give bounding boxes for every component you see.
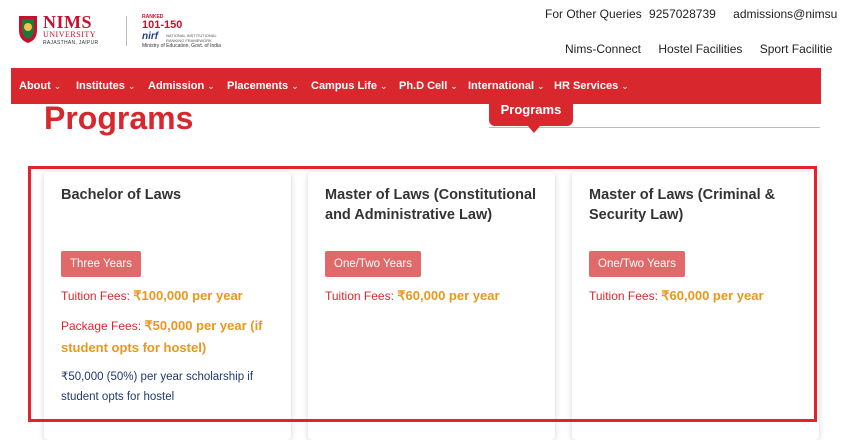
nirf-logo-text: nirf [142, 31, 159, 42]
tab-pointer [528, 126, 540, 133]
nav-label: Ph.D Cell [399, 80, 448, 92]
logo-divider [126, 16, 127, 46]
chevron-down-icon: ⌄ [621, 81, 629, 91]
quicklink-hostel-facilities[interactable]: Hostel Facilities [658, 42, 742, 56]
nav-phd-cell[interactable]: Ph.D Cell ⌄ [399, 68, 458, 104]
nirf-rank: 101-150 [142, 19, 183, 31]
page-title: Programs [44, 100, 194, 136]
chevron-down-icon: ⌄ [207, 81, 215, 91]
quicklink-nims-connect[interactable]: Nims-Connect [565, 42, 641, 56]
selection-highlight-box [28, 166, 817, 422]
nav-label: Institutes [76, 80, 125, 92]
nirf-ministry: Ministry of Education, Govt. of India [142, 43, 221, 49]
nims-logo[interactable]: NIMS UNIVERSITY RAJASTHAN, JAIPUR [17, 12, 137, 48]
queries-label: For Other Queries [545, 7, 642, 21]
site-header: NIMS UNIVERSITY RAJASTHAN, JAIPUR RANKED… [0, 0, 856, 68]
chevron-down-icon: ⌄ [291, 81, 299, 91]
contact-bar: For Other Queries 9257028739 admissions@… [545, 7, 837, 21]
chevron-down-icon: ⌄ [53, 81, 62, 91]
nav-label: About [19, 80, 51, 92]
nav-label: Placements [227, 80, 289, 92]
nav-campus-life[interactable]: Campus Life ⌄ [311, 68, 388, 104]
quicklink-sport-facilities[interactable]: Sport Facilitie [760, 42, 833, 56]
crest-icon [19, 16, 37, 43]
nirf-badge: RANKED 101-150 nirf NATIONAL INSTITUTION… [142, 14, 237, 49]
email-link[interactable]: admissions@nimsu [733, 7, 837, 21]
phone-link[interactable]: 9257028739 [649, 7, 716, 21]
nav-label: International [468, 80, 535, 92]
logo-location: RAJASTHAN, JAIPUR [43, 40, 99, 46]
nav-label: Campus Life [311, 80, 378, 92]
nav-label: HR Services [554, 80, 619, 92]
chevron-down-icon: ⌄ [537, 81, 545, 91]
nav-label: Admission [148, 80, 205, 92]
tab-programs[interactable]: Programs [489, 98, 573, 126]
logo-subtitle: UNIVERSITY [43, 30, 96, 39]
nirf-tagline: NATIONAL INSTITUTIONAL RANKING FRAMEWORK [166, 33, 217, 43]
nav-placements[interactable]: Placements ⌄ [227, 68, 299, 104]
quick-links: Nims-Connect Hostel Facilities Sport Fac… [565, 42, 846, 56]
chevron-down-icon: ⌄ [380, 81, 388, 91]
chevron-down-icon: ⌄ [450, 81, 458, 91]
chevron-down-icon: ⌄ [127, 81, 136, 91]
